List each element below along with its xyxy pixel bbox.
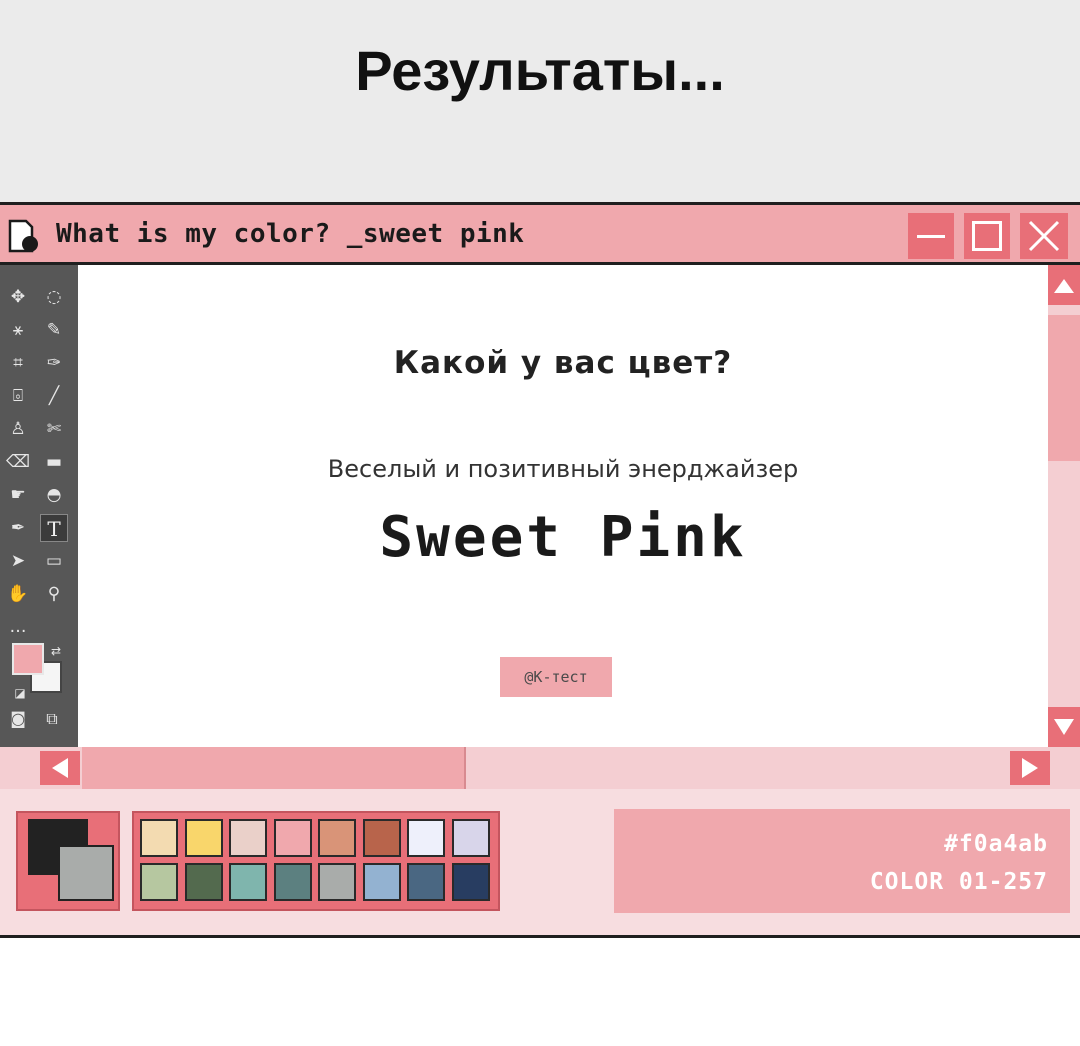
palette-swatch[interactable] [362,863,401,901]
default-colors-icon[interactable]: ◪ [6,679,34,707]
tool-panel: ⇄ ◪ ◙ ⧉ ✥ ◌ ⚹ ✎ ⌗ ✑ ⌻ ╱ ♙ ✄ ⌫ ▬ ☛ ◓ ✒ T ➤ ▭ ✋ ⚲ … [0,265,78,747]
result-description: Веселый и позитивный энерджайзер [327,455,799,483]
move-icon[interactable]: ✥ [4,283,32,311]
palette-swatch[interactable] [273,819,312,857]
palette-swatch[interactable] [451,819,490,857]
stamp-icon[interactable]: ♙ [4,415,32,443]
palette-swatch[interactable] [318,819,356,857]
palette-swatch[interactable] [362,819,401,857]
page-title: Результаты... [355,39,725,102]
app-window: What is my color? _sweet pink ⇄ ◪ ◙ ⧉ ✥ ◌… [0,202,1080,938]
document-icon [8,219,38,253]
vertical-scrollbar[interactable] [1048,265,1080,747]
more-tools-icon[interactable]: … [4,613,32,641]
arrow-left-icon [52,758,68,778]
arrow-right-icon [1022,758,1038,778]
result-question: Какой у вас цвет? [393,345,733,381]
scroll-left-button[interactable] [40,751,80,785]
scroll-right-button[interactable] [1010,751,1050,785]
hand-icon[interactable]: ✋ [4,580,32,608]
title-bar[interactable]: What is my color? _sweet pink [0,205,1080,265]
brush-icon[interactable]: ╱ [40,382,68,410]
result-color-name: Sweet Pink [379,505,747,570]
color-palette [132,811,500,911]
blur-icon[interactable]: ☛ [4,481,32,509]
pen-icon[interactable]: ✒ [4,514,32,542]
path-select-icon[interactable]: ➤ [4,547,32,575]
scroll-down-button[interactable] [1048,707,1080,747]
swap-colors-icon[interactable]: ⇄ [42,637,70,665]
foreground-color-swatch[interactable] [12,643,44,675]
quick-select-icon[interactable]: ✎ [40,316,68,344]
quick-mask-icon[interactable]: ◙ [4,705,32,733]
arrow-down-icon [1054,719,1074,735]
text-tool-icon[interactable]: T [40,514,68,542]
canvas-area: Какой у вас цвет? Веселый и позитивный э… [78,265,1048,747]
healing-icon[interactable]: ✄ [40,415,68,443]
crop-icon[interactable]: ⌗ [4,349,32,377]
credit-badge[interactable]: @К-тест [500,657,612,697]
scroll-up-button[interactable] [1048,265,1080,305]
palette-swatch[interactable] [318,863,356,901]
window-title: What is my color? _sweet pink [56,219,525,249]
vertical-scroll-thumb[interactable] [1048,315,1080,461]
palette-swatch[interactable] [184,863,223,901]
palette-bar: #f0a4ab COLOR 01-257 [0,789,1080,935]
palette-swatch[interactable] [229,863,267,901]
eyedropper-icon[interactable]: ✑ [40,349,68,377]
close-icon [1028,220,1060,252]
dodge-icon[interactable]: ◓ [40,481,68,509]
palette-swatch[interactable] [451,863,490,901]
eraser-icon[interactable]: ⌫ [4,448,32,476]
gradient-icon[interactable]: ▬ [40,448,68,476]
color-info-panel: #f0a4ab COLOR 01-257 [614,809,1070,913]
current-colors [16,811,120,911]
zoom-icon[interactable]: ⚲ [40,580,68,608]
maximize-button[interactable] [964,213,1010,259]
close-button[interactable] [1020,213,1068,259]
palette-swatch[interactable] [407,863,445,901]
palette-swatch[interactable] [140,863,178,901]
palette-swatch[interactable] [273,863,312,901]
lasso-select-icon[interactable]: ◌ [40,283,68,311]
arrow-up-icon [1054,279,1074,293]
screen-mode-icon[interactable]: ⧉ [38,705,66,733]
minimize-button[interactable] [908,213,954,259]
horizontal-scrollbar[interactable] [0,747,1080,789]
palette-swatch[interactable] [407,819,445,857]
color-number: COLOR 01-257 [869,869,1048,895]
palette-swatch[interactable] [140,819,178,857]
magic-wand-icon[interactable]: ⚹ [4,316,32,344]
palette-swatch[interactable] [184,819,223,857]
horizontal-scroll-thumb[interactable] [82,747,466,789]
frame-icon[interactable]: ⌻ [4,382,32,410]
color-hex-code: #f0a4ab [944,831,1048,857]
rectangle-icon[interactable]: ▭ [40,547,68,575]
palette-swatch[interactable] [229,819,267,857]
current-background-color[interactable] [58,845,114,901]
